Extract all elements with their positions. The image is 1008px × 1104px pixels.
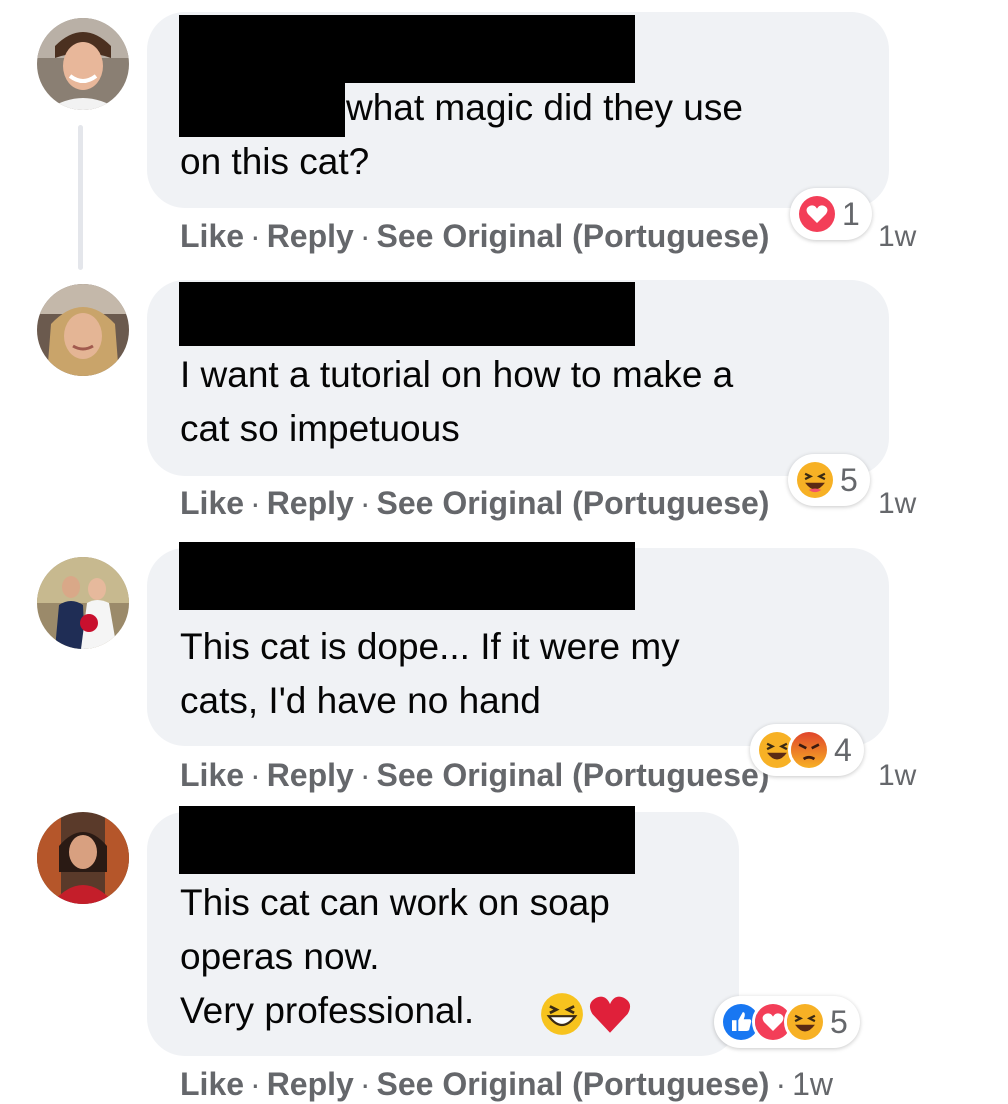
- haha-reaction-icon: [794, 459, 836, 501]
- reaction-count: 4: [834, 731, 852, 768]
- commenter-avatar[interactable]: [37, 812, 129, 904]
- see-original-link[interactable]: See Original (Portuguese): [376, 757, 769, 793]
- comment-text: I want a tutorial on how to make a: [180, 354, 734, 395]
- redacted-author-name: [179, 282, 635, 346]
- comment-timestamp[interactable]: 1w: [878, 759, 916, 793]
- separator: ·: [359, 218, 371, 254]
- reply-link[interactable]: Reply: [267, 1066, 354, 1102]
- see-original-link[interactable]: See Original (Portuguese): [376, 485, 769, 521]
- commenter-avatar[interactable]: [37, 18, 129, 110]
- red-heart-emoji-icon: [588, 992, 632, 1036]
- separator: ·: [250, 1066, 261, 1102]
- redacted-author-name: [179, 806, 635, 874]
- comment-text: Very professional.: [180, 990, 475, 1031]
- angry-reaction-icon: [788, 729, 830, 771]
- like-link[interactable]: Like: [180, 218, 244, 254]
- comment-text: This cat is dope... If it were my: [180, 626, 680, 667]
- comment-actions: Like · Reply · See Original (Portuguese): [180, 755, 769, 795]
- comment-text: cat so impetuous: [180, 408, 460, 449]
- haha-reaction-icon: [784, 1001, 826, 1043]
- comment-timestamp[interactable]: 1w: [878, 220, 916, 254]
- see-original-link[interactable]: See Original (Portuguese): [376, 1066, 769, 1102]
- reply-thread-line: [78, 125, 83, 270]
- separator: ·: [775, 1066, 787, 1102]
- reply-link[interactable]: Reply: [267, 218, 354, 254]
- comment-text: on this cat?: [180, 141, 370, 182]
- see-original-link[interactable]: See Original (Portuguese): [376, 218, 769, 254]
- comment-actions: Like · Reply · See Original (Portuguese): [180, 216, 769, 256]
- redacted-author-name: [179, 15, 635, 83]
- comment-text: operas now.: [180, 936, 380, 977]
- like-link[interactable]: Like: [180, 485, 244, 521]
- comment-actions: Like · Reply · See Original (Portuguese) · 1w: [180, 1064, 833, 1104]
- reaction-count: 5: [840, 461, 858, 498]
- reply-link[interactable]: Reply: [267, 485, 354, 521]
- reaction-summary[interactable]: 5: [788, 454, 870, 506]
- separator: ·: [250, 757, 261, 793]
- commenter-avatar[interactable]: [37, 284, 129, 376]
- reaction-summary[interactable]: 4: [750, 724, 864, 776]
- redacted-author-name: [179, 83, 345, 137]
- like-link[interactable]: Like: [180, 757, 244, 793]
- comment-text: This cat can work on soap: [180, 882, 610, 923]
- separator: ·: [359, 1066, 371, 1102]
- laughing-emoji-icon: [540, 992, 584, 1036]
- commenter-avatar[interactable]: [37, 557, 129, 649]
- separator: ·: [250, 485, 261, 521]
- like-link[interactable]: Like: [180, 1066, 244, 1102]
- love-reaction-icon: [796, 193, 838, 235]
- comment-actions: Like · Reply · See Original (Portuguese): [180, 483, 769, 523]
- comment-timestamp[interactable]: 1w: [878, 487, 916, 521]
- reaction-summary[interactable]: 1: [790, 188, 872, 240]
- reaction-count: 5: [830, 1003, 848, 1040]
- separator: ·: [359, 485, 371, 521]
- reply-link[interactable]: Reply: [267, 757, 354, 793]
- separator: ·: [359, 757, 371, 793]
- reaction-count: 1: [842, 195, 860, 232]
- reaction-summary[interactable]: 5: [714, 996, 860, 1048]
- separator: ·: [250, 218, 261, 254]
- comment-timestamp[interactable]: 1w: [792, 1066, 833, 1102]
- comment-text: what magic did they use: [346, 87, 743, 128]
- redacted-author-name: [179, 542, 635, 610]
- comment-text: cats, I'd have no hand: [180, 680, 541, 721]
